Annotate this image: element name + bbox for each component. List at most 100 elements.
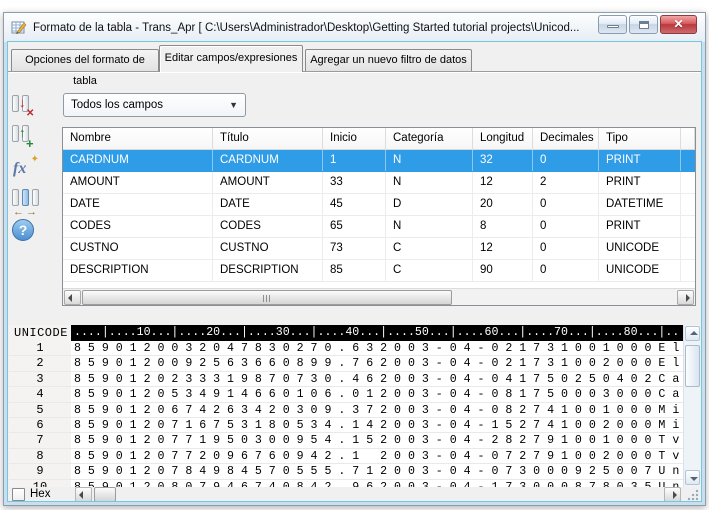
help-button[interactable]: ? xyxy=(11,218,39,245)
resize-grip-icon[interactable] xyxy=(687,489,699,501)
table-cell: CUSTNO xyxy=(63,238,213,259)
table-cell: 8 xyxy=(473,216,533,237)
table-row[interactable]: CARDNUMCARDNUM1N320PRINT xyxy=(63,150,695,172)
table-cell: AMOUNT xyxy=(213,172,323,193)
table-row[interactable]: AMOUNTAMOUNT33N122PRINT xyxy=(63,172,695,194)
table-cell: N xyxy=(386,216,473,237)
hex-row-number: 10 xyxy=(9,480,71,487)
field-bar-selected-icon xyxy=(22,189,29,206)
expression-fx-button[interactable]: fx ✦ xyxy=(11,156,39,183)
table-cell: 0 xyxy=(533,238,599,259)
tab-editar-campos[interactable]: Editar campos/expresiones xyxy=(159,45,303,72)
add-plus-icon: + xyxy=(26,137,34,150)
scroll-left-button[interactable] xyxy=(64,290,81,305)
add-field-button[interactable]: ↑ + xyxy=(11,124,39,151)
table-cell: PRINT xyxy=(599,150,681,171)
delete-field-button[interactable]: ↓ ✕ xyxy=(11,94,39,121)
table-cell-filler xyxy=(681,216,695,237)
table-cell: PRINT xyxy=(599,216,681,237)
table-cell-filler xyxy=(681,194,695,215)
close-button[interactable]: ✕ xyxy=(660,15,697,34)
table-cell: 65 xyxy=(323,216,386,237)
minimize-button[interactable] xyxy=(598,15,627,34)
column-header[interactable]: Título xyxy=(213,128,323,149)
maximize-button[interactable] xyxy=(629,15,658,34)
table-cell: 0 xyxy=(533,150,599,171)
table-row[interactable]: DATEDATE45D200DATETIME xyxy=(63,194,695,216)
hex-row-number: 6 xyxy=(9,418,71,432)
table-row[interactable]: DESCRIPTIONDESCRIPTION85C900UNICODE xyxy=(63,260,695,282)
hex-row: 28 5 9 0 1 2 0 0 9 2 5 6 3 6 6 0 8 9 9 .… xyxy=(9,356,683,371)
title-bar[interactable]: Formato de la tabla - Trans_Apr [ C:\Use… xyxy=(4,13,705,42)
scroll-down-button[interactable] xyxy=(685,470,700,485)
hex-row: 78 5 9 0 1 2 0 7 7 1 9 5 0 3 0 0 9 5 4 .… xyxy=(9,433,683,448)
table-cell: AMOUNT xyxy=(63,172,213,193)
column-header[interactable]: Tipo xyxy=(599,128,681,149)
hex-row-number: 7 xyxy=(9,433,71,447)
column-header[interactable]: Inicio xyxy=(323,128,386,149)
column-header-filler xyxy=(681,128,695,149)
fx-icon: fx xyxy=(13,160,26,178)
hex-row-text: 8 5 9 0 1 2 0 7 1 6 7 5 3 1 8 0 5 3 4 . … xyxy=(71,418,683,432)
table-format-dialog: Formato de la tabla - Trans_Apr [ C:\Use… xyxy=(3,12,706,506)
table-cell: CARDNUM xyxy=(63,150,213,171)
hex-hscroll-thumb[interactable] xyxy=(94,487,116,501)
table-cell: N xyxy=(386,172,473,193)
scroll-up-button[interactable] xyxy=(685,326,700,341)
hex-row-number: 1 xyxy=(9,341,71,355)
table-cell: UNICODE xyxy=(599,260,681,281)
table-cell: CUSTNO xyxy=(213,238,323,259)
column-header[interactable]: Longitud xyxy=(473,128,533,149)
hex-scroll-right-button[interactable] xyxy=(664,487,681,501)
table-row[interactable]: CUSTNOCUSTNO73C120UNICODE xyxy=(63,238,695,260)
column-header[interactable]: Categoría xyxy=(386,128,473,149)
hex-scroll-left-button[interactable] xyxy=(75,487,92,501)
field-bar-icon xyxy=(12,125,19,142)
table-cell: DESCRIPTION xyxy=(213,260,323,281)
table-cell-filler xyxy=(681,238,695,259)
scroll-right-button[interactable] xyxy=(677,290,694,305)
hex-row: 58 5 9 0 1 2 0 6 7 4 2 6 3 4 2 0 3 0 9 .… xyxy=(9,403,683,418)
arrow-left-icon: ← xyxy=(13,207,24,218)
hex-row-text: 8 5 9 0 1 2 0 2 3 3 3 1 9 8 7 0 7 3 0 . … xyxy=(71,372,683,386)
hex-row-text: 8 5 9 0 1 2 0 6 7 4 2 6 3 4 2 0 3 0 9 . … xyxy=(71,403,683,417)
table-cell: D xyxy=(386,194,473,215)
chevron-down-icon: ▼ xyxy=(229,94,238,116)
table-cell: N xyxy=(386,150,473,171)
table-cell-filler xyxy=(681,150,695,171)
vscroll-thumb[interactable] xyxy=(685,345,700,387)
column-header[interactable]: Decimales xyxy=(533,128,599,149)
tab-agregar-filtro[interactable]: Agregar un nuevo filtro de datos xyxy=(305,49,472,71)
table-row[interactable]: CODESCODES65N80PRINT xyxy=(63,216,695,238)
hex-row-text: 8 5 9 0 1 2 0 0 3 2 0 4 7 8 3 0 2 7 0 . … xyxy=(71,341,683,355)
fields-table-hscrollbar[interactable] xyxy=(63,288,695,305)
fields-table: NombreTítuloInicioCategoríaLongitudDecim… xyxy=(62,127,696,306)
triangle-right-icon xyxy=(673,491,677,499)
table-cell: DATE xyxy=(63,194,213,215)
hex-row-text: 8 5 9 0 1 2 0 7 7 2 0 9 6 7 6 0 9 4 2 . … xyxy=(71,449,683,463)
triangle-left-icon xyxy=(68,294,72,302)
hex-row-number: 4 xyxy=(9,387,71,401)
close-icon: ✕ xyxy=(661,17,696,31)
table-cell: PRINT xyxy=(599,172,681,193)
hex-checkbox[interactable] xyxy=(12,488,25,501)
table-cell: 0 xyxy=(533,216,599,237)
hex-row-number: 8 xyxy=(9,449,71,463)
triangle-left-icon xyxy=(79,491,83,499)
table-cell: CODES xyxy=(213,216,323,237)
hex-row: 38 5 9 0 1 2 0 2 3 3 3 1 9 8 7 0 7 3 0 .… xyxy=(9,372,683,387)
triangle-down-icon xyxy=(690,477,698,481)
field-bar-icon xyxy=(12,95,19,112)
tab-opciones-formato[interactable]: Opciones del formato de tabla xyxy=(11,49,159,71)
column-header[interactable]: Nombre xyxy=(63,128,213,149)
triangle-up-icon xyxy=(690,331,698,335)
hex-row-text: 8 5 9 0 1 2 0 8 0 7 9 4 6 7 4 0 8 4 2 . … xyxy=(71,480,683,487)
window-title: Formato de la tabla - Trans_Apr [ C:\Use… xyxy=(33,22,579,34)
fields-filter-dropdown[interactable]: Todos los campos ▼ xyxy=(63,93,246,117)
column-width-button[interactable]: ← → xyxy=(11,188,39,215)
edit-table-icon xyxy=(11,20,27,36)
table-cell: DESCRIPTION xyxy=(63,260,213,281)
hscroll-thumb[interactable] xyxy=(82,290,452,305)
table-cell: 90 xyxy=(473,260,533,281)
hex-vscrollbar[interactable] xyxy=(683,325,700,487)
